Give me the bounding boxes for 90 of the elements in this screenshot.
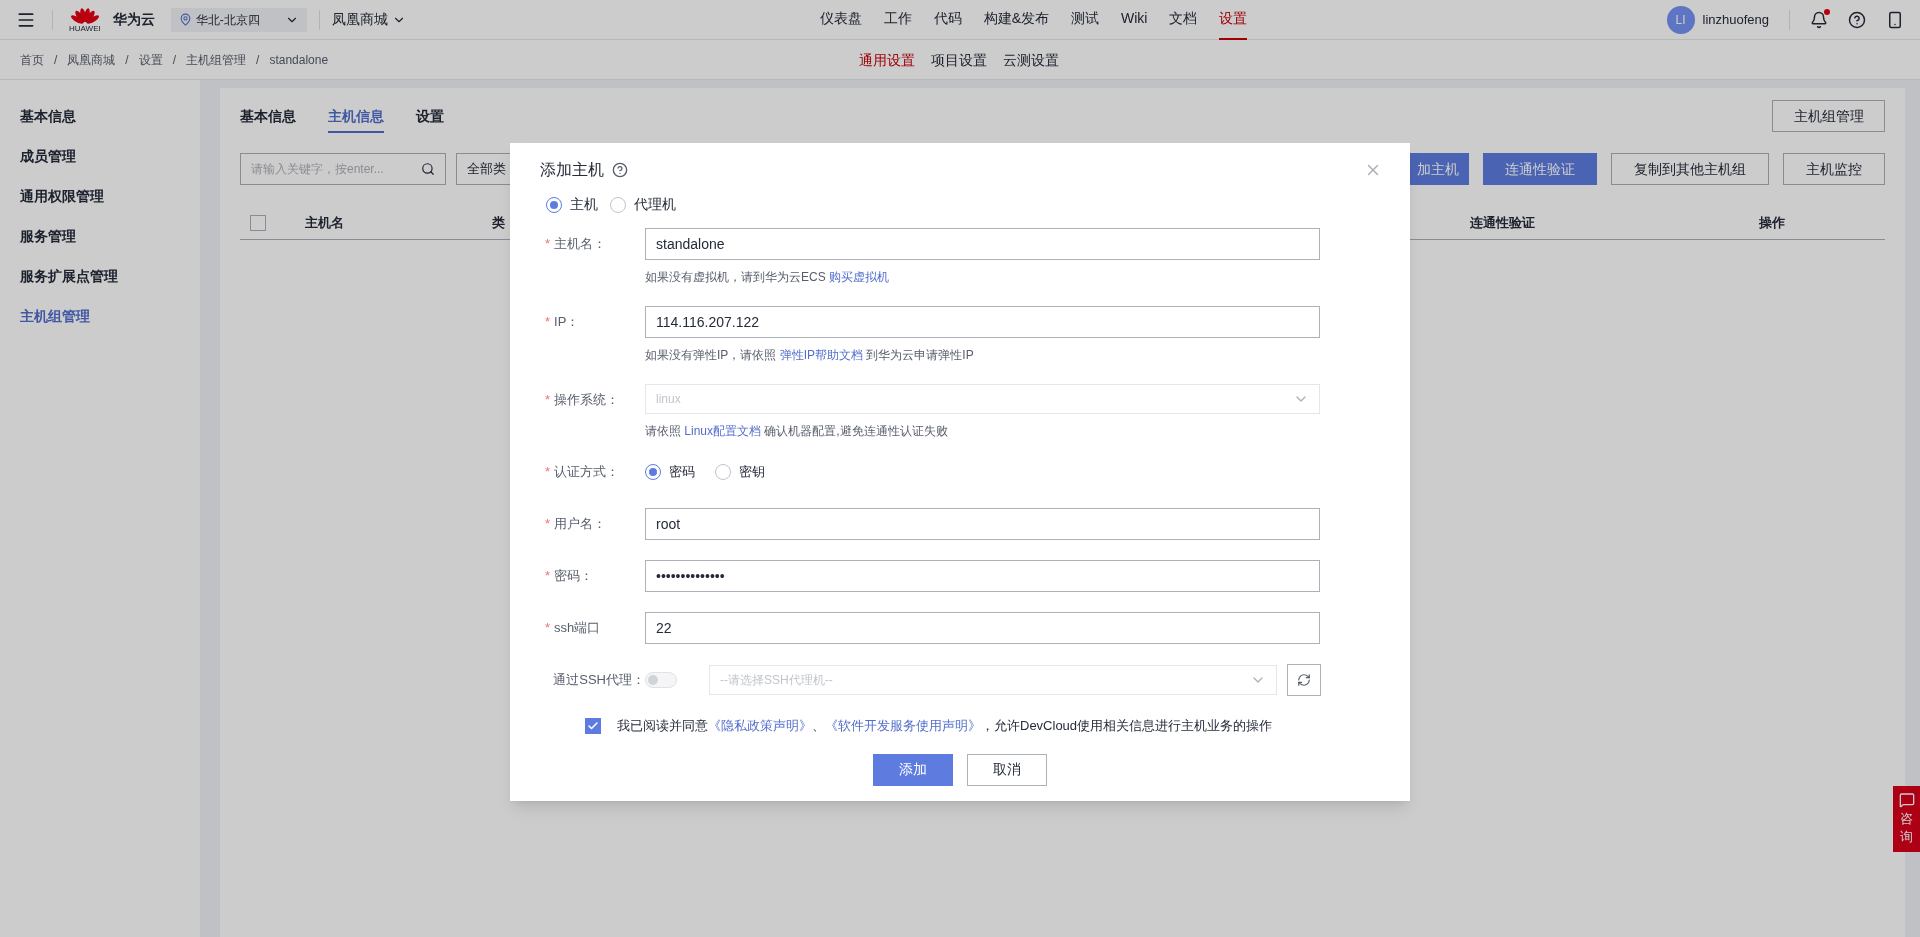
toolbar-button[interactable]: 连通性验证 <box>1483 153 1597 185</box>
help-icon[interactable] <box>1848 10 1866 29</box>
field-label: 通过SSH代理： <box>553 671 645 690</box>
settings-tab[interactable]: 云测设置 <box>1003 49 1059 71</box>
required-mark: * <box>545 235 551 254</box>
nav-tab[interactable]: 文档 <box>1169 0 1198 40</box>
breadcrumb-separator: / <box>125 51 129 69</box>
toggle-switch[interactable] <box>645 672 677 688</box>
text-field[interactable]: 114.116.207.122 <box>645 306 1320 338</box>
select-all-checkbox[interactable] <box>250 215 266 231</box>
location-pin-icon <box>178 13 192 26</box>
sidebar-item[interactable]: 成员管理 <box>0 136 200 176</box>
field-label: 操作系统： <box>554 391 620 410</box>
toolbar-button[interactable]: 主机监控 <box>1783 153 1885 185</box>
sidebar-item[interactable]: 主机组管理 <box>0 296 200 336</box>
field-label: 密码： <box>554 567 594 586</box>
nav-tab[interactable]: 仪表盘 <box>819 0 862 40</box>
agreement-checkbox[interactable] <box>585 717 601 734</box>
policy-link[interactable]: 《隐私政策声明》 <box>708 718 812 733</box>
breadcrumb-link[interactable]: standalone <box>269 50 329 69</box>
text-field[interactable]: 22 <box>645 612 1320 644</box>
content-tab[interactable]: 设置 <box>416 106 444 133</box>
brand-name: 华为云 <box>112 10 155 29</box>
content-tab[interactable]: 基本信息 <box>240 106 296 133</box>
hint-text: 请依照 Linux配置文档 确认机器配置,避免连通性认证失败 <box>645 423 949 440</box>
toolbar-button[interactable]: 复制到其他主机组 <box>1611 153 1769 185</box>
radio-label: 代理机 <box>634 195 676 214</box>
field-label: 认证方式： <box>554 463 620 482</box>
nav-tab[interactable]: 测试 <box>1071 0 1100 40</box>
required-mark: * <box>545 515 551 534</box>
text-field[interactable]: •••••••••••••• <box>645 560 1320 592</box>
field-label: ssh端口 <box>554 619 601 638</box>
column-header: 操作 <box>1759 214 1785 233</box>
search-icon <box>421 162 435 176</box>
column-header: 类 <box>492 214 505 233</box>
required-mark: * <box>545 391 551 410</box>
required-mark: * <box>545 619 551 638</box>
breadcrumb-link[interactable]: 设置 <box>138 50 163 69</box>
dialog-button[interactable]: 添加 <box>873 753 953 786</box>
sidebar-item[interactable]: 服务管理 <box>0 216 200 256</box>
help-link[interactable]: 购买虚拟机 <box>829 270 889 284</box>
user-name[interactable]: linzhuofeng <box>1702 9 1769 30</box>
field-label: IP： <box>554 313 580 332</box>
breadcrumb-link[interactable]: 首页 <box>20 50 44 69</box>
sidebar-item[interactable]: 通用权限管理 <box>0 176 200 216</box>
text-field[interactable]: root <box>645 508 1320 540</box>
phone-icon[interactable] <box>1886 10 1904 29</box>
breadcrumb-separator: / <box>54 51 58 69</box>
region-selector[interactable]: 华北-北京四 <box>170 7 307 32</box>
breadcrumb-separator: / <box>256 51 260 69</box>
nav-tab[interactable]: 构建&发布 <box>983 0 1050 40</box>
sidebar-item[interactable]: 服务扩展点管理 <box>0 256 200 296</box>
check-icon <box>587 719 599 732</box>
radio-label: 密码 <box>669 463 695 482</box>
hint-text: 如果没有虚拟机，请到华为云ECS 购买虚拟机 <box>645 269 890 286</box>
nav-tab[interactable]: Wiki <box>1121 0 1148 40</box>
field-label: 主机名： <box>554 235 607 254</box>
policy-link[interactable]: 《软件开发服务使用声明》 <box>825 718 981 733</box>
nav-tab[interactable]: 工作 <box>883 0 912 40</box>
required-mark: * <box>545 313 551 332</box>
breadcrumb-link[interactable]: 主机组管理 <box>186 50 247 69</box>
flower-logo-icon <box>70 6 99 25</box>
help-link[interactable]: 弹性IP帮助文档 <box>779 348 863 362</box>
required-mark: * <box>545 463 551 482</box>
text-field[interactable]: standalone <box>645 228 1320 260</box>
field-label: 用户名： <box>554 515 607 534</box>
radio-label: 主机 <box>570 195 598 214</box>
dialog-button[interactable]: 取消 <box>967 753 1047 786</box>
breadcrumb-separator: / <box>172 51 177 69</box>
settings-tab[interactable]: 项目设置 <box>931 49 987 71</box>
logo-text: HUAWEI <box>69 24 101 33</box>
project-selector[interactable]: 凤凰商城 <box>331 9 406 30</box>
refresh-button[interactable] <box>1287 664 1321 696</box>
sidebar-item[interactable]: 基本信息 <box>0 96 200 136</box>
refresh-icon <box>1297 673 1311 687</box>
column-header: 连通性验证 <box>1470 214 1535 233</box>
chat-icon <box>1898 792 1915 808</box>
notification-bell-icon[interactable] <box>1810 10 1828 29</box>
content-tab[interactable]: 主机信息 <box>328 106 384 133</box>
manage-button[interactable]: 主机组管理 <box>1772 100 1885 132</box>
hint-text: 如果没有弹性IP，请依照 弹性IP帮助文档 到华为云申请弹性IP <box>645 347 975 364</box>
agreement-text: 我已阅读并同意《隐私政策声明》、《软件开发服务使用声明》，允许DevCloud使用相关信息进行主机业务的操作 <box>617 717 1273 735</box>
help-icon[interactable] <box>612 162 628 178</box>
settings-tab[interactable]: 通用设置 <box>859 49 915 71</box>
nav-tab[interactable]: 代码 <box>933 0 962 40</box>
breadcrumb-link[interactable]: 凤凰商城 <box>67 50 116 69</box>
radio-label: 密钥 <box>739 463 765 482</box>
required-mark: * <box>545 567 551 586</box>
consult-button[interactable]: 咨询 <box>1893 786 1920 852</box>
column-header: 主机名 <box>305 214 344 233</box>
